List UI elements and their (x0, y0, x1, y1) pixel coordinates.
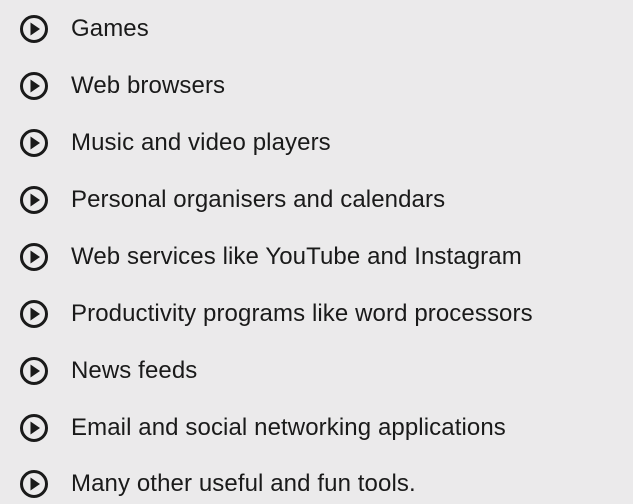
list-item-label: Games (71, 15, 149, 42)
list-item-label: Web browsers (71, 72, 226, 99)
play-circle-icon (19, 71, 49, 101)
play-circle-icon (19, 356, 49, 386)
play-circle-icon (19, 185, 49, 215)
list-item-label: Music and video players (71, 129, 331, 156)
play-circle-icon (19, 469, 49, 499)
list-item-label: Email and social networking applications (71, 414, 506, 441)
list-item-label: Web services like YouTube and Instagram (71, 243, 522, 270)
play-circle-icon (19, 413, 49, 443)
list-item-label: Productivity programs like word processo… (71, 300, 533, 327)
list-item-label: News feeds (71, 357, 198, 384)
play-circle-icon (19, 299, 49, 329)
play-circle-icon (19, 14, 49, 44)
play-circle-icon (19, 128, 49, 158)
list-item-label: Many other useful and fun tools. (71, 470, 416, 497)
play-circle-icon (19, 242, 49, 272)
list-item-label: Personal organisers and calendars (71, 186, 446, 213)
